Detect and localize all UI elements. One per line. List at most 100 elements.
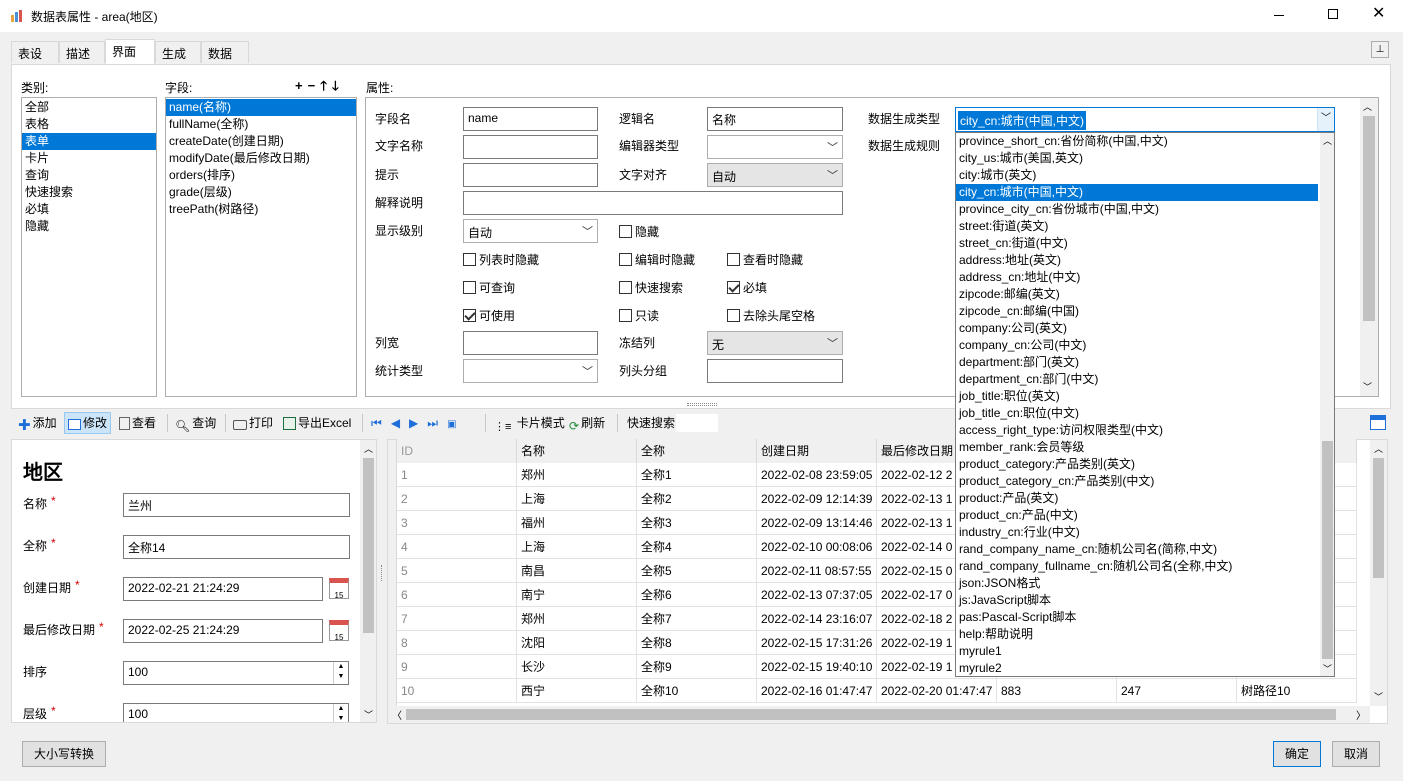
add-field-icon[interactable]: + — [295, 78, 308, 93]
check-box[interactable] — [727, 281, 740, 294]
form-grid-splitter[interactable] — [381, 565, 383, 581]
hidden-checkbox[interactable]: 隐藏 — [619, 223, 659, 240]
list-item[interactable]: treePath(树路径) — [166, 201, 356, 218]
scroll-thumb[interactable] — [1363, 116, 1375, 321]
list-item[interactable]: orders(排序) — [166, 167, 356, 184]
splitter-handle[interactable] — [687, 403, 717, 406]
check-box[interactable] — [619, 281, 632, 294]
dropdown-item[interactable]: street:街道(英文) — [956, 218, 1318, 235]
dropdown-item[interactable]: rand_company_fullname_cn:随机公司名(全称,中文) — [956, 558, 1318, 575]
trim-checkbox[interactable]: 去除头尾空格 — [727, 307, 815, 324]
check-box[interactable] — [619, 253, 632, 266]
calendar-icon[interactable]: 15 — [329, 578, 349, 600]
add-button[interactable]: ✚ 添加 — [18, 412, 57, 434]
tab-4[interactable]: 数据 — [201, 41, 249, 63]
move-up-icon[interactable]: 🡑 — [320, 78, 332, 93]
calendar-icon[interactable]: 15 — [329, 620, 349, 642]
print-button[interactable]: 打印 — [233, 412, 273, 434]
next-record-icon[interactable]: ▶ — [409, 416, 427, 430]
form-input[interactable]: 100 — [123, 703, 349, 722]
edit-hide-checkbox[interactable]: 编辑时隐藏 — [619, 251, 695, 268]
tab-0[interactable]: 表设计 — [11, 41, 59, 78]
edit-button[interactable]: 修改 — [64, 412, 112, 434]
quick-search-input[interactable] — [676, 414, 718, 432]
dropdown-item[interactable]: job_title:职位(英文) — [956, 388, 1318, 405]
list-item[interactable]: 卡片 — [22, 150, 156, 167]
dropdown-item[interactable]: rand_company_name_cn:随机公司名(简称,中文) — [956, 541, 1318, 558]
dropdown-item[interactable]: city_cn:城市(中国,中文) — [956, 184, 1318, 201]
list-item[interactable]: 必填 — [22, 201, 156, 218]
tab-2[interactable]: 界面 — [105, 39, 155, 64]
panel-toggle-icon[interactable] — [1370, 415, 1386, 430]
spin-down-icon[interactable]: ▼ — [334, 714, 348, 722]
dropdown-item[interactable]: city_us:城市(美国,英文) — [956, 150, 1318, 167]
spin-down-icon[interactable]: ▼ — [334, 672, 348, 682]
pin-button[interactable]: ⊥ — [1371, 41, 1389, 58]
minimize-icon[interactable] — [1274, 15, 1284, 16]
dropdown-item[interactable]: department:部门(英文) — [956, 354, 1318, 371]
list-item[interactable]: fullName(全称) — [166, 116, 356, 133]
explain-input[interactable] — [463, 191, 843, 215]
dropdown-item[interactable]: address_cn:地址(中文) — [956, 269, 1318, 286]
readonly-checkbox[interactable]: 只读 — [619, 307, 659, 324]
list-item[interactable]: 表单 — [22, 133, 156, 150]
grid-header-cell[interactable]: 名称 — [517, 439, 637, 463]
dropdown-item[interactable]: help:帮助说明 — [956, 626, 1318, 643]
spinner[interactable]: ▲ ▼ — [333, 662, 348, 684]
dropdown-item[interactable]: access_right_type:访问权限类型(中文) — [956, 422, 1318, 439]
gen-type-combo[interactable]: city_cn:城市(中国,中文) ﹀ — [955, 107, 1335, 132]
dropdown-item[interactable]: city:城市(英文) — [956, 167, 1318, 184]
case-convert-button[interactable]: 大小写转换 — [22, 741, 106, 767]
dropdown-item[interactable]: js:JavaScript脚本 — [956, 592, 1318, 609]
list-item[interactable]: name(名称) — [166, 99, 356, 116]
dropdown-item[interactable]: job_title_cn:职位(中文) — [956, 405, 1318, 422]
view-hide-checkbox[interactable]: 查看时隐藏 — [727, 251, 803, 268]
check-box[interactable] — [463, 281, 476, 294]
display-level-combo[interactable]: 自动 ﹀ — [463, 219, 598, 243]
scroll-thumb[interactable] — [1373, 458, 1384, 578]
freeze-combo[interactable]: 无 ﹀ — [707, 331, 843, 355]
last-record-icon[interactable]: ⏭ — [427, 416, 447, 430]
tab-3[interactable]: 生成 — [155, 41, 201, 63]
editor-type-combo[interactable]: ﹀ — [707, 135, 843, 159]
dropdown-item[interactable]: myrule1 — [956, 643, 1318, 660]
form-scrollbar[interactable]: ︿ ﹀ — [360, 440, 376, 722]
dropdown-item[interactable]: product_cn:产品(中文) — [956, 507, 1318, 524]
list-item[interactable]: modifyDate(最后修改日期) — [166, 150, 356, 167]
category-list[interactable]: 全部 表格 表单 卡片 查询 快速搜索 必填 隐藏 — [21, 97, 157, 397]
close-icon[interactable]: ✕ — [1372, 5, 1385, 23]
dropdown-item[interactable]: myrule2 — [956, 660, 1318, 676]
dropdown-item[interactable]: street_cn:街道(中文) — [956, 235, 1318, 252]
quick-search-checkbox[interactable]: 快速搜索 — [619, 279, 683, 296]
scroll-thumb[interactable] — [406, 709, 1336, 720]
form-input[interactable]: 兰州 — [123, 493, 350, 517]
dropdown-item[interactable]: province_short_cn:省份简称(中国,中文) — [956, 133, 1318, 150]
move-down-icon[interactable]: 🡓 — [332, 78, 344, 93]
grid-hscroll[interactable]: 〈 〉 — [388, 706, 1370, 723]
check-box[interactable] — [619, 225, 632, 238]
export-button[interactable]: 导出Excel — [283, 412, 351, 434]
dropdown-item[interactable]: member_rank:会员等级 — [956, 439, 1318, 456]
check-box[interactable] — [463, 309, 476, 322]
stat-type-combo[interactable]: ﹀ — [463, 359, 598, 383]
logic-name-input[interactable]: 名称 — [707, 107, 843, 131]
list-item[interactable]: 查询 — [22, 167, 156, 184]
dropdown-item[interactable]: product_category:产品类别(英文) — [956, 456, 1318, 473]
form-input[interactable]: 100 — [123, 661, 349, 685]
dropdown-item[interactable]: industry_cn:行业(中文) — [956, 524, 1318, 541]
query-button[interactable]: 🔍︎ 查询 — [175, 412, 216, 434]
list-item[interactable]: createDate(创建日期) — [166, 133, 356, 150]
refresh-button[interactable]: ⟳ 刷新 — [569, 412, 605, 434]
chevron-down-icon[interactable]: ﹀ — [1317, 108, 1334, 131]
dropdown-item[interactable]: province_city_cn:省份城市(中国,中文) — [956, 201, 1318, 218]
col-group-input[interactable] — [707, 359, 843, 383]
spin-up-icon[interactable]: ▲ — [334, 662, 348, 672]
dropdown-item[interactable]: zipcode:邮编(英文) — [956, 286, 1318, 303]
card-mode-button[interactable]: ⋮≡ 卡片模式 — [494, 412, 565, 434]
text-name-input[interactable] — [463, 135, 598, 159]
grid-header-cell[interactable]: 全称 — [637, 439, 757, 463]
dropdown-item[interactable]: address:地址(英文) — [956, 252, 1318, 269]
grid-header-cell[interactable]: 创建日期 — [757, 439, 877, 463]
dropdown-item[interactable]: department_cn:部门(中文) — [956, 371, 1318, 388]
spinner[interactable]: ▲ ▼ — [333, 704, 348, 722]
